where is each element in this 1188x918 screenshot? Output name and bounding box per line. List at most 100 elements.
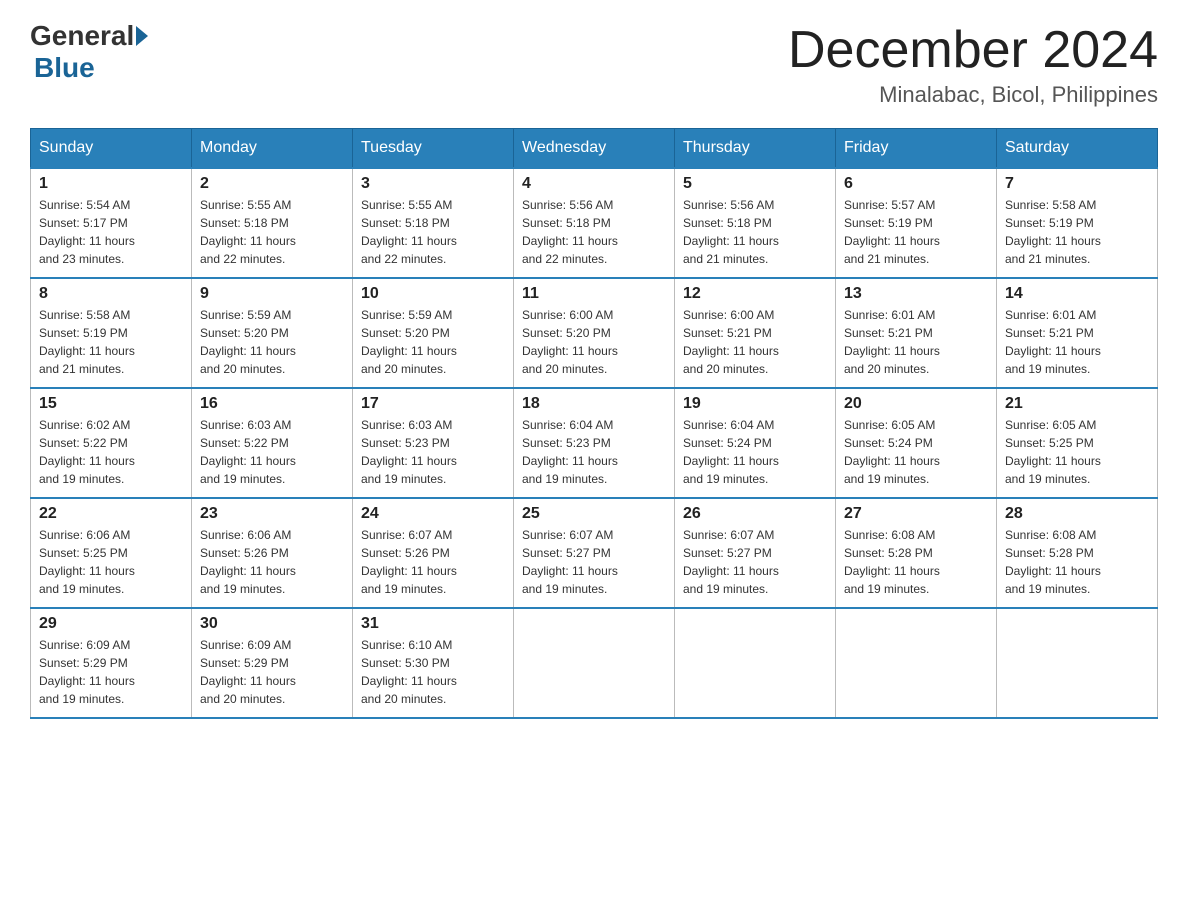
day-number: 13	[844, 285, 988, 303]
day-number: 14	[1005, 285, 1149, 303]
table-row: 6 Sunrise: 5:57 AM Sunset: 5:19 PM Dayli…	[836, 168, 997, 278]
day-number: 2	[200, 175, 344, 193]
table-row: 28 Sunrise: 6:08 AM Sunset: 5:28 PM Dayl…	[997, 498, 1158, 608]
col-wednesday: Wednesday	[514, 129, 675, 169]
col-tuesday: Tuesday	[353, 129, 514, 169]
day-number: 20	[844, 395, 988, 413]
day-number: 25	[522, 505, 666, 523]
table-row: 2 Sunrise: 5:55 AM Sunset: 5:18 PM Dayli…	[192, 168, 353, 278]
day-info: Sunrise: 5:58 AM Sunset: 5:19 PM Dayligh…	[1005, 196, 1149, 268]
day-number: 15	[39, 395, 183, 413]
table-row: 31 Sunrise: 6:10 AM Sunset: 5:30 PM Dayl…	[353, 608, 514, 718]
table-row: 5 Sunrise: 5:56 AM Sunset: 5:18 PM Dayli…	[675, 168, 836, 278]
table-row: 20 Sunrise: 6:05 AM Sunset: 5:24 PM Dayl…	[836, 388, 997, 498]
day-info: Sunrise: 5:54 AM Sunset: 5:17 PM Dayligh…	[39, 196, 183, 268]
day-number: 28	[1005, 505, 1149, 523]
table-row: 16 Sunrise: 6:03 AM Sunset: 5:22 PM Dayl…	[192, 388, 353, 498]
table-row: 25 Sunrise: 6:07 AM Sunset: 5:27 PM Dayl…	[514, 498, 675, 608]
day-info: Sunrise: 6:03 AM Sunset: 5:22 PM Dayligh…	[200, 416, 344, 488]
table-row: 24 Sunrise: 6:07 AM Sunset: 5:26 PM Dayl…	[353, 498, 514, 608]
day-info: Sunrise: 6:07 AM Sunset: 5:26 PM Dayligh…	[361, 526, 505, 598]
day-info: Sunrise: 5:59 AM Sunset: 5:20 PM Dayligh…	[200, 306, 344, 378]
logo-general: General	[30, 20, 134, 52]
table-row: 3 Sunrise: 5:55 AM Sunset: 5:18 PM Dayli…	[353, 168, 514, 278]
day-number: 17	[361, 395, 505, 413]
day-info: Sunrise: 6:06 AM Sunset: 5:25 PM Dayligh…	[39, 526, 183, 598]
day-info: Sunrise: 6:03 AM Sunset: 5:23 PM Dayligh…	[361, 416, 505, 488]
day-number: 21	[1005, 395, 1149, 413]
table-row: 13 Sunrise: 6:01 AM Sunset: 5:21 PM Dayl…	[836, 278, 997, 388]
page-header: General Blue December 2024 Minalabac, Bi…	[30, 20, 1158, 108]
day-info: Sunrise: 6:04 AM Sunset: 5:24 PM Dayligh…	[683, 416, 827, 488]
col-saturday: Saturday	[997, 129, 1158, 169]
location-title: Minalabac, Bicol, Philippines	[788, 82, 1158, 108]
day-number: 22	[39, 505, 183, 523]
day-info: Sunrise: 6:08 AM Sunset: 5:28 PM Dayligh…	[844, 526, 988, 598]
day-info: Sunrise: 6:00 AM Sunset: 5:21 PM Dayligh…	[683, 306, 827, 378]
day-number: 1	[39, 175, 183, 193]
day-number: 4	[522, 175, 666, 193]
table-row: 1 Sunrise: 5:54 AM Sunset: 5:17 PM Dayli…	[31, 168, 192, 278]
day-info: Sunrise: 5:58 AM Sunset: 5:19 PM Dayligh…	[39, 306, 183, 378]
day-number: 19	[683, 395, 827, 413]
logo-blue: Blue	[34, 52, 95, 83]
table-row: 15 Sunrise: 6:02 AM Sunset: 5:22 PM Dayl…	[31, 388, 192, 498]
day-number: 11	[522, 285, 666, 303]
day-info: Sunrise: 6:07 AM Sunset: 5:27 PM Dayligh…	[683, 526, 827, 598]
day-number: 10	[361, 285, 505, 303]
table-row	[675, 608, 836, 718]
day-info: Sunrise: 6:01 AM Sunset: 5:21 PM Dayligh…	[1005, 306, 1149, 378]
day-number: 6	[844, 175, 988, 193]
day-info: Sunrise: 6:00 AM Sunset: 5:20 PM Dayligh…	[522, 306, 666, 378]
day-info: Sunrise: 5:56 AM Sunset: 5:18 PM Dayligh…	[522, 196, 666, 268]
table-row: 7 Sunrise: 5:58 AM Sunset: 5:19 PM Dayli…	[997, 168, 1158, 278]
day-number: 7	[1005, 175, 1149, 193]
col-friday: Friday	[836, 129, 997, 169]
table-row: 26 Sunrise: 6:07 AM Sunset: 5:27 PM Dayl…	[675, 498, 836, 608]
day-number: 27	[844, 505, 988, 523]
day-info: Sunrise: 6:09 AM Sunset: 5:29 PM Dayligh…	[39, 636, 183, 708]
col-monday: Monday	[192, 129, 353, 169]
month-title: December 2024	[788, 20, 1158, 80]
day-info: Sunrise: 6:05 AM Sunset: 5:25 PM Dayligh…	[1005, 416, 1149, 488]
logo-text: General	[30, 20, 150, 52]
day-number: 23	[200, 505, 344, 523]
table-row: 18 Sunrise: 6:04 AM Sunset: 5:23 PM Dayl…	[514, 388, 675, 498]
day-info: Sunrise: 6:02 AM Sunset: 5:22 PM Dayligh…	[39, 416, 183, 488]
day-number: 24	[361, 505, 505, 523]
day-number: 5	[683, 175, 827, 193]
table-row: 17 Sunrise: 6:03 AM Sunset: 5:23 PM Dayl…	[353, 388, 514, 498]
table-row: 21 Sunrise: 6:05 AM Sunset: 5:25 PM Dayl…	[997, 388, 1158, 498]
day-info: Sunrise: 5:55 AM Sunset: 5:18 PM Dayligh…	[361, 196, 505, 268]
day-number: 8	[39, 285, 183, 303]
day-info: Sunrise: 5:59 AM Sunset: 5:20 PM Dayligh…	[361, 306, 505, 378]
calendar-header-row: Sunday Monday Tuesday Wednesday Thursday…	[31, 129, 1158, 169]
table-row	[836, 608, 997, 718]
table-row: 23 Sunrise: 6:06 AM Sunset: 5:26 PM Dayl…	[192, 498, 353, 608]
table-row: 12 Sunrise: 6:00 AM Sunset: 5:21 PM Dayl…	[675, 278, 836, 388]
day-info: Sunrise: 5:55 AM Sunset: 5:18 PM Dayligh…	[200, 196, 344, 268]
table-row: 4 Sunrise: 5:56 AM Sunset: 5:18 PM Dayli…	[514, 168, 675, 278]
day-info: Sunrise: 6:09 AM Sunset: 5:29 PM Dayligh…	[200, 636, 344, 708]
logo-triangle-icon	[136, 26, 148, 46]
calendar-table: Sunday Monday Tuesday Wednesday Thursday…	[30, 128, 1158, 719]
table-row	[514, 608, 675, 718]
day-number: 31	[361, 615, 505, 633]
table-row: 8 Sunrise: 5:58 AM Sunset: 5:19 PM Dayli…	[31, 278, 192, 388]
table-row: 11 Sunrise: 6:00 AM Sunset: 5:20 PM Dayl…	[514, 278, 675, 388]
table-row: 9 Sunrise: 5:59 AM Sunset: 5:20 PM Dayli…	[192, 278, 353, 388]
day-info: Sunrise: 6:07 AM Sunset: 5:27 PM Dayligh…	[522, 526, 666, 598]
table-row: 30 Sunrise: 6:09 AM Sunset: 5:29 PM Dayl…	[192, 608, 353, 718]
day-info: Sunrise: 6:06 AM Sunset: 5:26 PM Dayligh…	[200, 526, 344, 598]
table-row: 29 Sunrise: 6:09 AM Sunset: 5:29 PM Dayl…	[31, 608, 192, 718]
day-info: Sunrise: 6:08 AM Sunset: 5:28 PM Dayligh…	[1005, 526, 1149, 598]
day-info: Sunrise: 6:04 AM Sunset: 5:23 PM Dayligh…	[522, 416, 666, 488]
col-thursday: Thursday	[675, 129, 836, 169]
table-row: 22 Sunrise: 6:06 AM Sunset: 5:25 PM Dayl…	[31, 498, 192, 608]
day-number: 9	[200, 285, 344, 303]
day-number: 12	[683, 285, 827, 303]
day-info: Sunrise: 5:57 AM Sunset: 5:19 PM Dayligh…	[844, 196, 988, 268]
table-row: 19 Sunrise: 6:04 AM Sunset: 5:24 PM Dayl…	[675, 388, 836, 498]
day-info: Sunrise: 6:01 AM Sunset: 5:21 PM Dayligh…	[844, 306, 988, 378]
day-number: 30	[200, 615, 344, 633]
